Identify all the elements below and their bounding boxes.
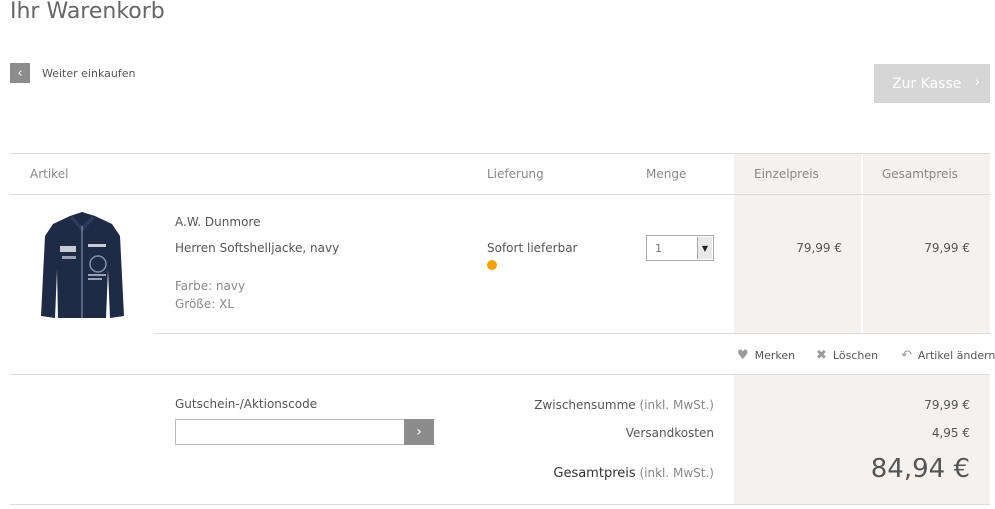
availability-text: Sofort lieferbar bbox=[487, 241, 578, 255]
grand-total-label-text: Gesamtpreis bbox=[553, 466, 636, 481]
grand-total-label: Gesamtpreis (inkl. MwSt.) bbox=[480, 466, 714, 481]
unit-price: 79,99 € bbox=[796, 241, 842, 255]
continue-shopping-link[interactable]: Weiter einkaufen bbox=[42, 67, 135, 80]
chevron-right-icon: › bbox=[974, 75, 980, 90]
header-quantity: Menge bbox=[646, 167, 687, 181]
dropdown-arrow-icon: ▼ bbox=[697, 237, 712, 259]
shipping-label: Versandkosten bbox=[625, 426, 714, 440]
subtotal-note: (inkl. MwSt.) bbox=[639, 398, 714, 412]
divider bbox=[10, 374, 990, 375]
edit-label: Artikel ändern bbox=[917, 349, 995, 362]
coupon-submit-button[interactable]: › bbox=[404, 419, 434, 445]
divider bbox=[155, 333, 990, 334]
jacket-image[interactable] bbox=[40, 210, 125, 322]
product-color: Farbe: navy bbox=[175, 279, 246, 293]
wishlist-label: Merken bbox=[754, 349, 796, 362]
coupon-label: Gutschein-/Aktionscode bbox=[175, 397, 318, 411]
header-delivery: Lieferung bbox=[487, 167, 544, 181]
chevron-left-icon: ‹ bbox=[17, 65, 23, 81]
quantity-value: 1 bbox=[655, 242, 662, 255]
header-total-price: Gesamtpreis bbox=[882, 167, 958, 181]
grand-total-note: (inkl. MwSt.) bbox=[639, 466, 714, 480]
divider bbox=[10, 153, 990, 154]
delete-button[interactable]: ✖ Löschen bbox=[816, 348, 878, 363]
coupon-input[interactable] bbox=[175, 419, 405, 445]
grand-total-value: 84,94 € bbox=[870, 454, 970, 484]
checkout-label: Zur Kasse bbox=[892, 75, 962, 92]
close-icon: ✖ bbox=[816, 348, 827, 363]
edit-item-button[interactable]: ↶ Artikel ändern bbox=[901, 348, 995, 363]
divider bbox=[10, 194, 990, 195]
header-article: Artikel bbox=[30, 167, 69, 181]
product-brand[interactable]: A.W. Dunmore bbox=[175, 215, 260, 229]
product-size: Größe: XL bbox=[175, 297, 235, 311]
subtotal-label-text: Zwischensumme bbox=[534, 398, 636, 412]
subtotal-value: 79,99 € bbox=[924, 398, 970, 412]
wishlist-button[interactable]: ♥ Merken bbox=[737, 348, 795, 363]
back-button[interactable]: ‹ bbox=[10, 63, 30, 83]
heart-icon: ♥ bbox=[737, 348, 749, 363]
quantity-select[interactable]: 1 ▼ bbox=[646, 235, 714, 261]
divider bbox=[10, 504, 990, 505]
total-price: 79,99 € bbox=[924, 241, 970, 255]
undo-arrow-icon: ↶ bbox=[901, 348, 912, 363]
product-name[interactable]: Herren Softshelljacke, navy bbox=[175, 241, 339, 255]
chevron-right-icon: › bbox=[416, 424, 422, 440]
shipping-value: 4,95 € bbox=[931, 426, 970, 440]
subtotal-label: Zwischensumme (inkl. MwSt.) bbox=[500, 398, 714, 412]
page-title: Ihr Warenkorb bbox=[10, 0, 165, 24]
checkout-button[interactable]: Zur Kasse › bbox=[874, 64, 990, 103]
delete-label: Löschen bbox=[832, 349, 879, 362]
header-unit-price: Einzelpreis bbox=[754, 167, 819, 181]
availability-dot-icon bbox=[487, 260, 497, 270]
summary-panel bbox=[734, 375, 990, 505]
